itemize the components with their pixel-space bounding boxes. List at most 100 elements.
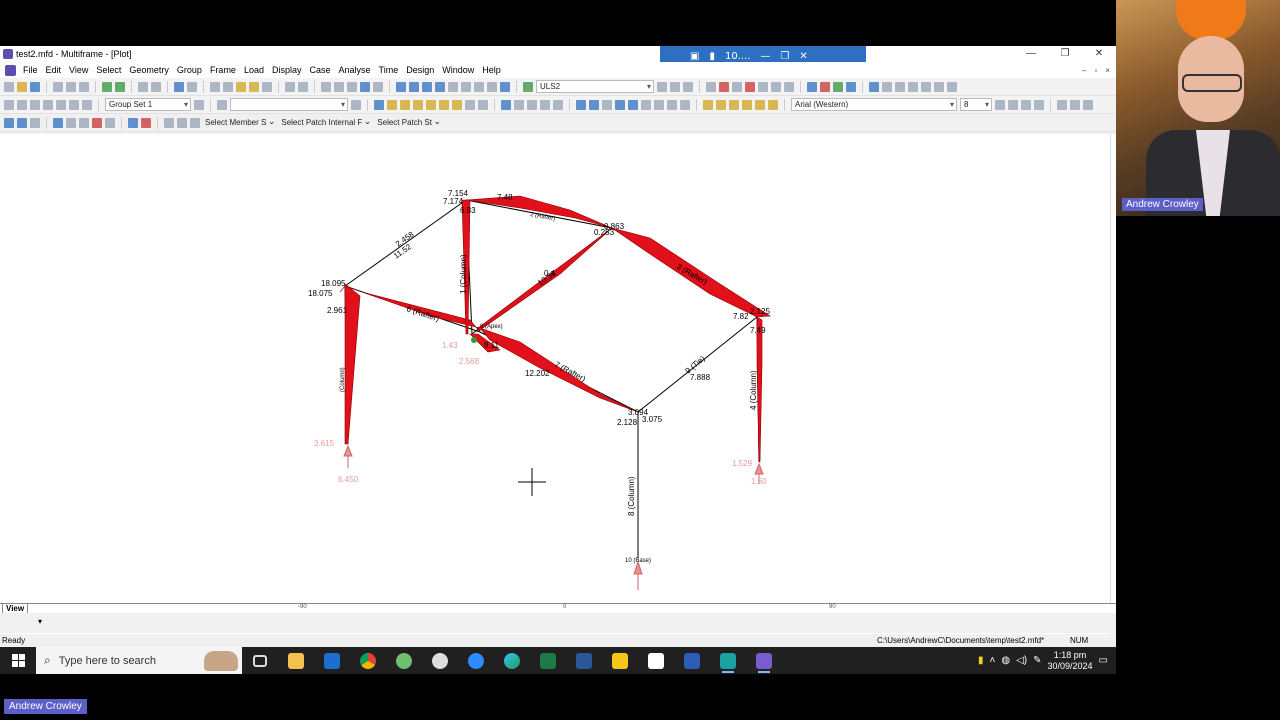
grid-toggle-icon[interactable] (500, 81, 510, 92)
app-r-icon[interactable] (674, 647, 710, 674)
result-6-icon[interactable] (771, 81, 781, 92)
task-view-icon[interactable] (242, 647, 278, 674)
notes-icon[interactable]: ▮ (978, 655, 984, 666)
group-options-icon[interactable] (194, 99, 204, 110)
view-mode-2-icon[interactable] (17, 117, 27, 128)
shield-icon[interactable] (373, 81, 383, 92)
filter-icon[interactable] (474, 81, 484, 92)
menu-analyse[interactable]: Analyse (335, 65, 375, 75)
select-patch-st-dropdown[interactable]: Select Patch St (375, 116, 442, 127)
group-settings-icon[interactable] (351, 99, 361, 110)
result-4-icon[interactable] (745, 81, 755, 92)
axes-icon[interactable] (321, 81, 331, 92)
frame-view2-icon[interactable] (298, 81, 308, 92)
load-select-icon[interactable] (92, 117, 102, 128)
plot-type-m-icon[interactable] (396, 81, 406, 92)
font-select[interactable]: Arial (Western) (791, 98, 957, 111)
menu-view[interactable]: View (65, 65, 92, 75)
menu-select[interactable]: Select (92, 65, 125, 75)
rotate-icon[interactable] (141, 117, 151, 128)
view-1-icon[interactable] (501, 99, 511, 110)
meeting-close-icon[interactable]: ✕ (799, 51, 807, 62)
label-8-icon[interactable] (465, 99, 475, 110)
text-color-icon[interactable] (1034, 99, 1044, 110)
result-7-icon[interactable] (784, 81, 794, 92)
display-6-icon[interactable] (641, 99, 651, 110)
mdi-minimize-icon[interactable]: – (1082, 66, 1086, 75)
view-3-icon[interactable] (527, 99, 537, 110)
select-member-dropdown[interactable]: Select Member S (203, 116, 276, 127)
zoom-out-icon[interactable] (223, 81, 233, 92)
undo-icon[interactable] (102, 81, 112, 92)
horizontal-ruler[interactable]: -90 0 90 (0, 603, 1116, 613)
result-3-icon[interactable] (732, 81, 742, 92)
tool-3-icon[interactable] (190, 117, 200, 128)
app-icon-2[interactable] (422, 647, 458, 674)
warn-4-icon[interactable] (742, 99, 752, 110)
open-file-icon[interactable] (17, 81, 27, 92)
warn-2-icon[interactable] (716, 99, 726, 110)
label-5-icon[interactable] (426, 99, 436, 110)
draw-member-icon[interactable] (187, 81, 197, 92)
tray-expand-icon[interactable]: ˄ (990, 655, 996, 666)
release-select-icon[interactable] (105, 117, 115, 128)
app-m-icon[interactable] (602, 647, 638, 674)
maximize-icon[interactable]: ❐ (1048, 46, 1082, 62)
back-arrow-icon[interactable] (657, 81, 667, 92)
close-icon[interactable]: ✕ (1082, 46, 1116, 62)
plot-type-3-icon[interactable] (422, 81, 432, 92)
sel-6-icon[interactable] (69, 99, 79, 110)
mdi-app-icon[interactable] (5, 64, 16, 76)
label-4-icon[interactable] (413, 99, 423, 110)
result-2-icon[interactable] (719, 81, 729, 92)
sel-7-icon[interactable] (82, 99, 92, 110)
minimize-icon[interactable]: — (1014, 46, 1048, 62)
select-mode-icon[interactable] (174, 81, 184, 92)
node-icon[interactable] (334, 81, 344, 92)
display-5-icon[interactable] (628, 99, 638, 110)
select-patch-internal-dropdown[interactable]: Select Patch Internal F (279, 116, 372, 127)
volume-icon[interactable]: ◁) (1016, 655, 1027, 666)
meeting-restore-icon[interactable]: ❐ (780, 51, 789, 62)
taskbar-search[interactable]: ⌕ Type here to search (36, 647, 242, 674)
redo-icon[interactable] (115, 81, 125, 92)
align-center-icon[interactable] (1070, 99, 1080, 110)
prev-icon[interactable] (921, 81, 931, 92)
group-set-select[interactable]: Group Set 1 (105, 98, 191, 111)
app-teal-icon[interactable] (710, 647, 746, 674)
support-select-icon[interactable] (79, 117, 89, 128)
word-icon[interactable] (566, 647, 602, 674)
member-icon[interactable] (347, 81, 357, 92)
menu-case[interactable]: Case (306, 65, 335, 75)
bold-icon[interactable] (995, 99, 1005, 110)
zoom-extents-icon[interactable] (249, 81, 259, 92)
multiframe-taskbar-icon[interactable] (746, 647, 782, 674)
sel-4-icon[interactable] (43, 99, 53, 110)
zoom-icon[interactable] (458, 647, 494, 674)
plot-type-8-icon[interactable] (487, 81, 497, 92)
group-select[interactable] (230, 98, 348, 111)
warn-6-icon[interactable] (768, 99, 778, 110)
excel-icon[interactable] (530, 647, 566, 674)
label-9-icon[interactable] (478, 99, 488, 110)
view-mode-3-icon[interactable] (30, 117, 40, 128)
frame-view-icon[interactable] (285, 81, 295, 92)
display-8-icon[interactable] (667, 99, 677, 110)
label-6-icon[interactable] (439, 99, 449, 110)
label-7-icon[interactable] (452, 99, 462, 110)
copy-icon[interactable] (66, 81, 76, 92)
mdi-close-icon[interactable]: × (1105, 66, 1110, 75)
network-icon[interactable]: ◍ (1001, 655, 1010, 666)
sel-1-icon[interactable] (4, 99, 14, 110)
new-file-icon[interactable] (4, 81, 14, 92)
animate-icon[interactable] (869, 81, 879, 92)
display-1-icon[interactable] (576, 99, 586, 110)
view-5-icon[interactable] (553, 99, 563, 110)
warn-3-icon[interactable] (729, 99, 739, 110)
refresh-icon[interactable] (947, 81, 957, 92)
zoom-in-icon[interactable] (210, 81, 220, 92)
next-icon[interactable] (934, 81, 944, 92)
font-size-select[interactable]: 8 (960, 98, 992, 111)
display-3-icon[interactable] (602, 99, 612, 110)
menu-load[interactable]: Load (240, 65, 268, 75)
